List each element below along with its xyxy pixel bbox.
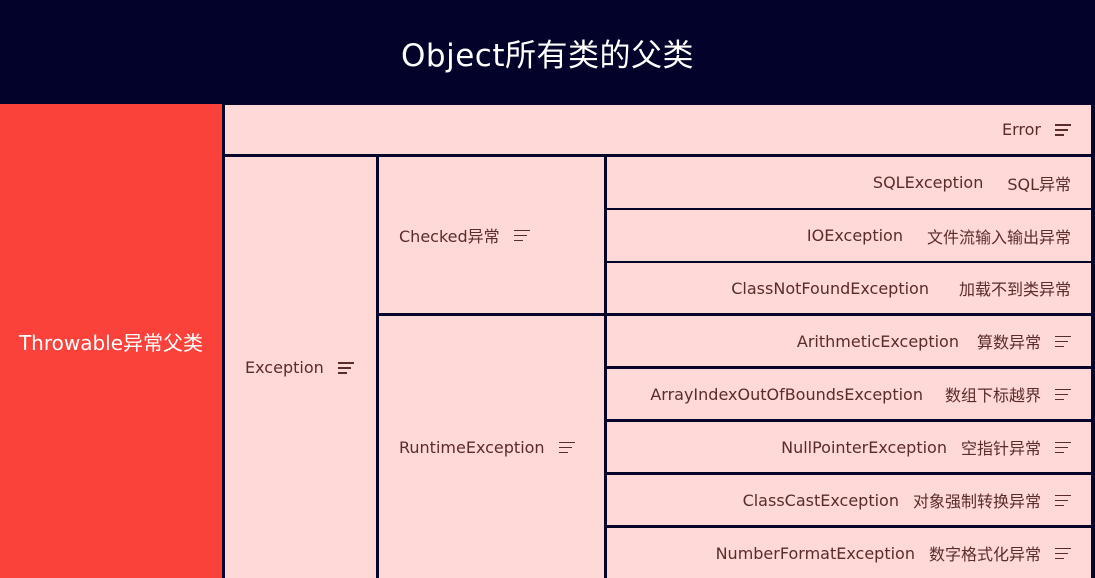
leaf-name: NumberFormatException xyxy=(715,543,915,563)
leaf-name: ArithmeticException xyxy=(796,331,959,351)
runtime-node-label: RuntimeException xyxy=(399,437,545,457)
menu-lines-icon[interactable] xyxy=(1055,124,1071,136)
leaf-name: NullPointerException xyxy=(781,437,947,457)
leaf-desc: 加载不到类异常 xyxy=(958,280,1071,299)
leaf-desc: 文件流输入输出异常 xyxy=(926,227,1071,247)
leaf-desc: 算数异常 xyxy=(976,333,1041,352)
exception-node-label: Exception xyxy=(245,358,324,377)
throwable-node: Throwable异常父类 xyxy=(0,104,222,578)
exception-node: Exception xyxy=(225,157,376,578)
arrayindexoutofboundsexception-node: ArrayIndexOutOfBoundsException 数组下标越界 xyxy=(607,369,1091,419)
sqlexception-node: SQLException SQL异常 xyxy=(607,157,1091,208)
leaf-desc: 对象强制转换异常 xyxy=(912,492,1041,511)
menu-lines-icon[interactable] xyxy=(1055,335,1071,348)
throwable-node-label: Throwable异常父类 xyxy=(18,330,204,355)
leaf-desc: 数组下标越界 xyxy=(944,386,1041,405)
leaf-desc: SQL异常 xyxy=(1007,174,1071,194)
menu-lines-icon[interactable] xyxy=(337,362,354,374)
error-node: Error xyxy=(225,105,1091,154)
checked-node: Checked异常 xyxy=(379,157,604,313)
leaf-desc: 空指针异常 xyxy=(960,439,1041,458)
menu-lines-icon[interactable] xyxy=(1055,547,1071,560)
menu-lines-icon[interactable] xyxy=(1055,388,1071,401)
object-node: Object所有类的父类 xyxy=(0,0,1095,104)
menu-lines-icon[interactable] xyxy=(1055,441,1071,454)
leaf-name: ClassNotFoundException xyxy=(731,278,929,298)
numberformatexception-node: NumberFormatException 数字格式化异常 xyxy=(607,528,1091,578)
diagram-canvas: Object所有类的父类 Throwable异常父类 Error Excepti… xyxy=(0,0,1095,578)
leaf-name: ArrayIndexOutOfBoundsException xyxy=(650,384,923,404)
menu-lines-icon[interactable] xyxy=(1055,494,1071,507)
classnotfoundexception-node: ClassNotFoundException 加载不到类异常 xyxy=(607,263,1091,313)
nullpointerexception-node: NullPointerException 空指针异常 xyxy=(607,422,1091,472)
runtime-node: RuntimeException xyxy=(379,316,604,578)
leaf-desc: 数字格式化异常 xyxy=(928,545,1041,564)
ioexception-node: IOException 文件流输入输出异常 xyxy=(607,210,1091,261)
classcastexception-node: ClassCastException 对象强制转换异常 xyxy=(607,475,1091,525)
object-node-label: Object所有类的父类 xyxy=(401,37,694,74)
leaf-name: IOException xyxy=(806,226,903,245)
menu-lines-icon[interactable] xyxy=(558,441,575,454)
error-node-label: Error xyxy=(1002,120,1041,139)
arithmeticexception-node: ArithmeticException 算数异常 xyxy=(607,316,1091,366)
leaf-name: SQLException xyxy=(872,173,984,192)
menu-lines-icon[interactable] xyxy=(513,229,530,242)
checked-node-label: Checked异常 xyxy=(399,227,500,246)
leaf-name: ClassCastException xyxy=(742,490,899,510)
